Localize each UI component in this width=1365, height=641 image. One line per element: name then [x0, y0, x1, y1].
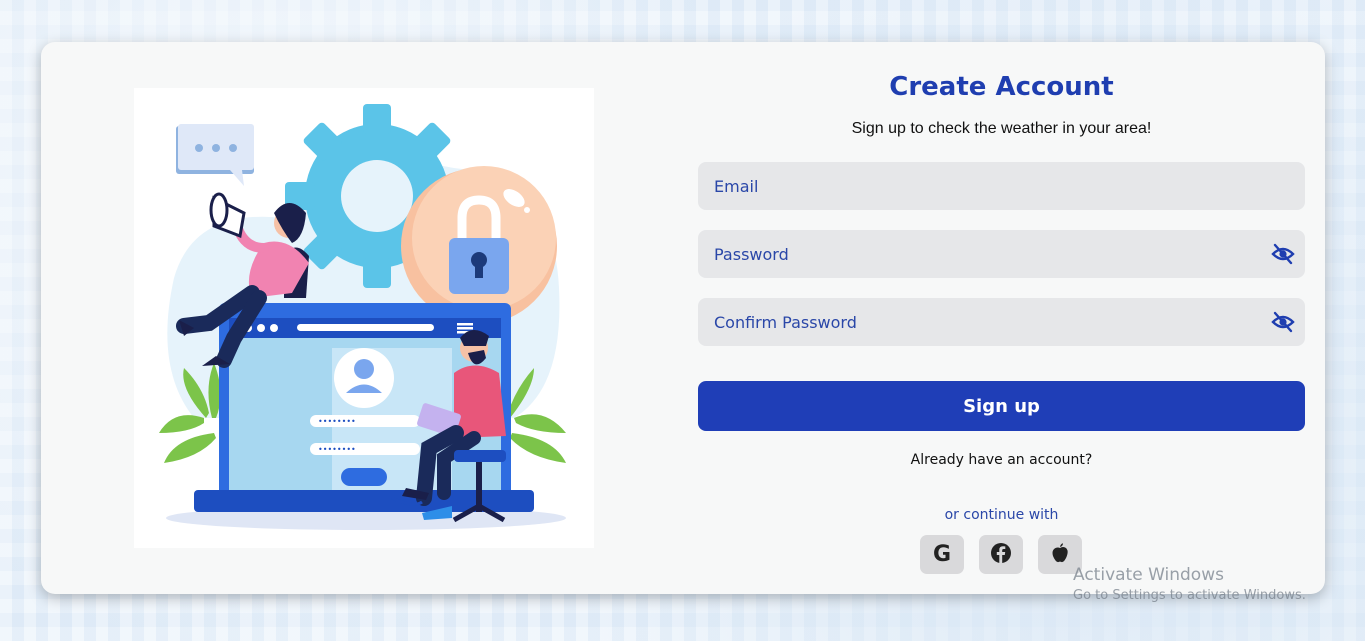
social-login-buttons: G: [920, 535, 1082, 574]
form-title: Create Account: [889, 72, 1114, 102]
watermark-title: Activate Windows: [1073, 565, 1224, 585]
email-field[interactable]: [698, 162, 1254, 210]
login-link[interactable]: Already have an account?: [698, 452, 1305, 468]
signup-card: •••••••• •••••••• Create Account Sign up…: [41, 42, 1325, 594]
activate-windows-watermark: Activate Windows Go to Settings to activ…: [1073, 565, 1306, 603]
email-field-wrapper: [698, 162, 1305, 210]
eye-slash-icon[interactable]: [1271, 242, 1295, 266]
facebook-icon: [990, 542, 1012, 568]
continue-with-label: or continue with: [944, 507, 1059, 523]
eye-slash-icon[interactable]: [1271, 310, 1295, 334]
signup-form: Create Account Sign up to check the weat…: [698, 42, 1305, 594]
svg-text:••••••••: ••••••••: [318, 445, 356, 454]
facebook-login-button[interactable]: [979, 535, 1023, 574]
google-icon: G: [932, 542, 952, 567]
signup-illustration: •••••••• ••••••••: [134, 88, 594, 548]
watermark-subtitle: Go to Settings to activate Windows.: [1073, 588, 1306, 603]
password-field-wrapper: [698, 230, 1305, 278]
apple-icon: [1050, 542, 1070, 568]
confirm-password-field[interactable]: [698, 298, 1254, 346]
google-login-button[interactable]: G: [920, 535, 964, 574]
confirm-password-field-wrapper: [698, 298, 1305, 346]
form-subtitle: Sign up to check the weather in your are…: [851, 120, 1152, 137]
signup-button[interactable]: Sign up: [698, 381, 1305, 431]
password-field[interactable]: [698, 230, 1254, 278]
svg-text:••••••••: ••••••••: [318, 417, 356, 426]
